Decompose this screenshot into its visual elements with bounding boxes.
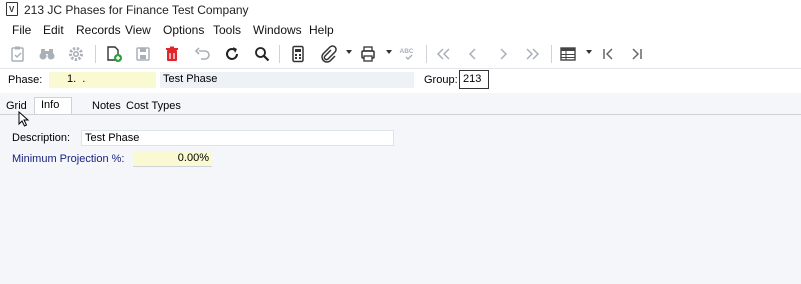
info-panel: Description: Test Phase Minimum Projecti… <box>0 115 801 284</box>
last-record-icon[interactable] <box>523 44 543 64</box>
phase-label: Phase: <box>8 74 43 86</box>
menu-help[interactable]: Help <box>309 23 334 37</box>
menu-options[interactable]: Options <box>163 23 204 37</box>
new-record-icon[interactable] <box>104 44 124 64</box>
menu-records[interactable]: Records <box>76 23 121 37</box>
previous-record-icon[interactable] <box>463 44 483 64</box>
menu-bar: File Edit Records View Options Tools Win… <box>0 20 801 40</box>
svg-text:ABC: ABC <box>400 48 414 55</box>
binoculars-icon[interactable] <box>37 44 57 64</box>
tab-strip: Grid Info Notes Cost Types <box>0 96 801 115</box>
print-icon[interactable] <box>358 44 378 64</box>
first-record-icon[interactable] <box>433 44 453 64</box>
save-icon[interactable] <box>133 44 153 64</box>
last-page-icon[interactable] <box>627 44 647 64</box>
calculator-icon[interactable] <box>288 44 308 64</box>
menu-windows[interactable]: Windows <box>253 23 302 37</box>
toolbar-separator <box>551 45 552 63</box>
tab-notes[interactable]: Notes <box>89 99 124 115</box>
tab-cost-types[interactable]: Cost Types <box>123 99 184 115</box>
tab-info[interactable]: Info <box>34 97 72 115</box>
mouse-cursor-icon <box>18 111 30 127</box>
menu-tools[interactable]: Tools <box>213 23 241 37</box>
grid-view-icon[interactable] <box>558 44 578 64</box>
grid-view-dropdown-icon[interactable] <box>586 50 592 54</box>
group-label: Group: <box>424 74 458 86</box>
attachment-icon[interactable] <box>318 44 338 64</box>
header-bar: Phase: 1. . Test Phase Group: 213 <box>0 69 801 93</box>
attachment-dropdown-icon[interactable] <box>346 50 352 54</box>
delete-icon[interactable] <box>162 44 182 64</box>
toolbar-separator <box>279 45 280 63</box>
next-record-icon[interactable] <box>493 44 513 64</box>
search-icon[interactable] <box>252 44 272 64</box>
first-page-icon[interactable] <box>598 44 618 64</box>
toolbar-separator <box>426 45 427 63</box>
phase-input[interactable]: 1. . <box>49 72 156 88</box>
phase-description-display: Test Phase <box>160 72 414 88</box>
window-title: 213 JC Phases for Finance Test Company <box>24 3 249 17</box>
spellcheck-icon[interactable]: ABC <box>398 44 418 64</box>
app-icon: V <box>6 2 18 16</box>
description-input[interactable]: Test Phase <box>81 130 394 146</box>
title-bar: V 213 JC Phases for Finance Test Company <box>0 0 801 20</box>
menu-view[interactable]: View <box>125 23 151 37</box>
min-projection-label: Minimum Projection %: <box>12 153 125 165</box>
toolbar: ABC <box>0 40 801 69</box>
group-input[interactable]: 213 <box>459 70 489 89</box>
min-projection-input[interactable]: 0.00% <box>133 151 212 167</box>
print-dropdown-icon[interactable] <box>386 50 392 54</box>
menu-file[interactable]: File <box>12 23 31 37</box>
gear-icon[interactable] <box>66 44 86 64</box>
refresh-icon[interactable] <box>222 44 242 64</box>
undo-icon[interactable] <box>193 44 213 64</box>
toolbar-separator <box>95 45 96 63</box>
menu-edit[interactable]: Edit <box>43 23 64 37</box>
clipboard-check-icon[interactable] <box>8 44 28 64</box>
description-label: Description: <box>12 132 71 144</box>
